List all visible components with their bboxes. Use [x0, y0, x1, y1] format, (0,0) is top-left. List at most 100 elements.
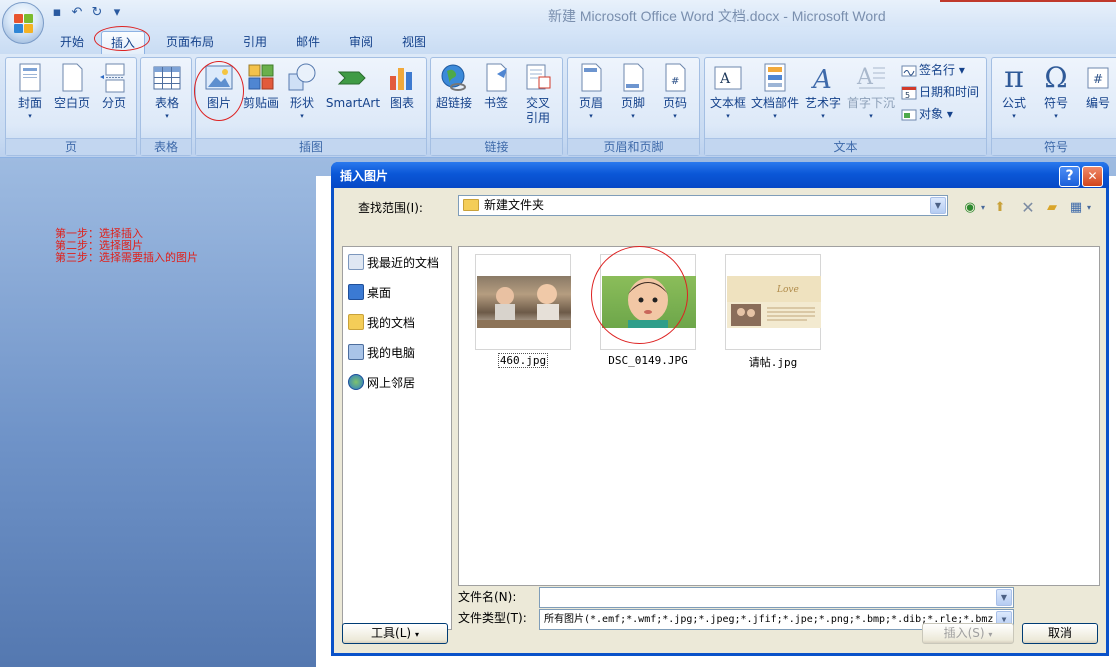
file-thumbnail[interactable]: Love: [725, 254, 821, 350]
my-computer-icon: [348, 344, 364, 360]
svg-text:5: 5: [905, 91, 910, 100]
desktop-icon: [348, 284, 364, 300]
insert-button[interactable]: 插入(S) ▾: [922, 623, 1014, 644]
omega-icon: Ω: [1044, 61, 1068, 94]
table-icon: [151, 62, 183, 94]
up-folder-icon[interactable]: ⬆: [990, 199, 1010, 217]
cross-reference-icon: [522, 62, 554, 94]
wordart-button[interactable]: A 艺术字 ▾: [801, 62, 845, 121]
folder-icon: [463, 199, 479, 211]
group-label-table: 表格: [141, 138, 191, 155]
footer-button[interactable]: 页脚 ▾: [613, 62, 653, 121]
page-number-button[interactable]: # 页码 ▾: [655, 62, 695, 121]
file-name[interactable]: 460.jpg: [463, 353, 583, 368]
smartart-icon: [337, 62, 369, 94]
file-name[interactable]: 请帖.jpg: [713, 354, 833, 370]
undo-icon[interactable]: ↶: [68, 4, 86, 22]
quick-access-toolbar: ▪ ↶ ↻ ▾: [48, 3, 126, 23]
equation-button[interactable]: π 公式 ▾: [994, 62, 1034, 121]
drop-cap-button[interactable]: A 首字下沉 ▾: [845, 62, 897, 121]
customize-qat-button[interactable]: ▾: [108, 4, 126, 22]
delete-icon[interactable]: ✕: [1018, 199, 1038, 217]
blank-page-icon: [56, 62, 88, 94]
date-time-button[interactable]: 5 日期和时间: [901, 82, 979, 102]
group-table: 表格 ▾ 表格: [140, 57, 192, 156]
back-dropdown-icon[interactable]: ▾: [978, 199, 988, 217]
close-button[interactable]: ✕: [1082, 166, 1103, 187]
office-logo-icon: [14, 14, 34, 34]
place-desktop[interactable]: 桌面: [348, 284, 391, 302]
look-in-combo[interactable]: 新建文件夹 ▼: [458, 195, 948, 216]
tab-references[interactable]: 引用: [235, 31, 275, 54]
group-page: 封面 ▾ 空白页 分页 页: [5, 57, 137, 156]
tab-view[interactable]: 视图: [394, 31, 434, 54]
quick-parts-button[interactable]: 文档部件 ▾: [749, 62, 801, 121]
signature-line-button[interactable]: 签名行 ▾: [901, 60, 965, 80]
file-list: 460.jpg DSC_0149.JPG Love 请帖.jpg: [458, 246, 1100, 586]
bookmark-icon: [480, 62, 512, 94]
page-number-icon: #: [659, 62, 691, 94]
page-break-button[interactable]: 分页: [94, 62, 134, 111]
shapes-button[interactable]: 形状 ▾: [284, 62, 320, 121]
classroom-photo: [477, 276, 571, 328]
annotation-circle-picture-button: [194, 61, 244, 121]
new-folder-icon[interactable]: ▰: [1042, 199, 1062, 217]
clipart-icon: [245, 62, 277, 94]
tab-mailings[interactable]: 邮件: [288, 31, 328, 54]
file-name[interactable]: DSC_0149.JPG: [588, 354, 708, 367]
table-button[interactable]: 表格 ▾: [147, 62, 187, 121]
cancel-button[interactable]: 取消: [1022, 623, 1098, 644]
chevron-down-icon: ▾: [414, 630, 419, 639]
place-network[interactable]: 网上邻居: [348, 374, 415, 392]
svg-text:#: #: [1093, 72, 1103, 86]
clipart-button[interactable]: 剪贴画: [240, 62, 282, 111]
globe-link-icon: [438, 62, 470, 94]
svg-text:A: A: [811, 65, 832, 94]
numbering-button[interactable]: # 编号: [1078, 62, 1116, 111]
views-dropdown-icon[interactable]: ▾: [1084, 199, 1094, 217]
hyperlink-button[interactable]: 超链接: [433, 62, 475, 111]
object-button[interactable]: 对象 ▾: [901, 104, 953, 124]
filename-input[interactable]: ▼: [539, 587, 1014, 608]
place-my-documents[interactable]: 我的文档: [348, 314, 415, 332]
file-thumbnail[interactable]: [475, 254, 571, 350]
insert-picture-dialog: 插入图片 ? ✕ 查找范围(I): 新建文件夹 ▼ ◉ ▾ ⬆ ✕ ▰ ▦ ▾ …: [331, 162, 1109, 656]
window-title: 新建 Microsoft Office Word 文档.docx - Micro…: [548, 8, 886, 24]
chart-button[interactable]: 图表: [384, 62, 420, 111]
bookmark-button[interactable]: 书签: [477, 62, 515, 111]
chevron-down-icon[interactable]: ▼: [930, 197, 946, 214]
views-icon[interactable]: ▦: [1066, 199, 1086, 217]
look-in-label: 查找范围(I):: [358, 201, 423, 215]
svg-text:#: #: [671, 76, 679, 87]
tab-review[interactable]: 审阅: [341, 31, 381, 54]
cross-reference-button[interactable]: 交叉 引用: [517, 62, 559, 126]
save-icon[interactable]: ▪: [48, 4, 66, 22]
textbox-button[interactable]: A 文本框 ▾: [707, 62, 749, 121]
blank-page-button[interactable]: 空白页: [52, 62, 92, 111]
dialog-title: 插入图片: [331, 162, 1109, 188]
annotation-line: [940, 0, 1116, 2]
invitation-photo: Love: [727, 276, 821, 328]
back-icon[interactable]: ◉: [960, 199, 980, 217]
tab-home[interactable]: 开始: [52, 31, 92, 54]
cover-page-button[interactable]: 封面 ▾: [10, 62, 50, 121]
dialog-body: 查找范围(I): 新建文件夹 ▼ ◉ ▾ ⬆ ✕ ▰ ▦ ▾ 我最近的文档 桌面…: [334, 188, 1106, 653]
symbol-button[interactable]: Ω 符号 ▾: [1036, 62, 1076, 121]
group-label-links: 链接: [431, 138, 562, 155]
shapes-icon: [286, 62, 318, 94]
place-recent[interactable]: 我最近的文档: [348, 254, 439, 272]
chevron-down-icon[interactable]: ▼: [996, 589, 1012, 606]
office-button[interactable]: [2, 2, 44, 44]
network-icon: [348, 374, 364, 390]
place-my-computer[interactable]: 我的电脑: [348, 344, 415, 362]
smartart-button[interactable]: SmartArt: [324, 62, 382, 111]
tools-button[interactable]: 工具(L) ▾: [342, 623, 448, 644]
quick-parts-icon: [759, 62, 791, 94]
footer-icon: [617, 62, 649, 94]
tab-page-layout[interactable]: 页面布局: [158, 31, 222, 54]
redo-icon[interactable]: ↻: [88, 4, 106, 22]
header-button[interactable]: 页眉 ▾: [571, 62, 611, 121]
help-button[interactable]: ?: [1059, 166, 1080, 187]
group-label-illustrations: 插图: [196, 138, 426, 155]
filetype-label: 文件类型(T):: [458, 611, 527, 625]
